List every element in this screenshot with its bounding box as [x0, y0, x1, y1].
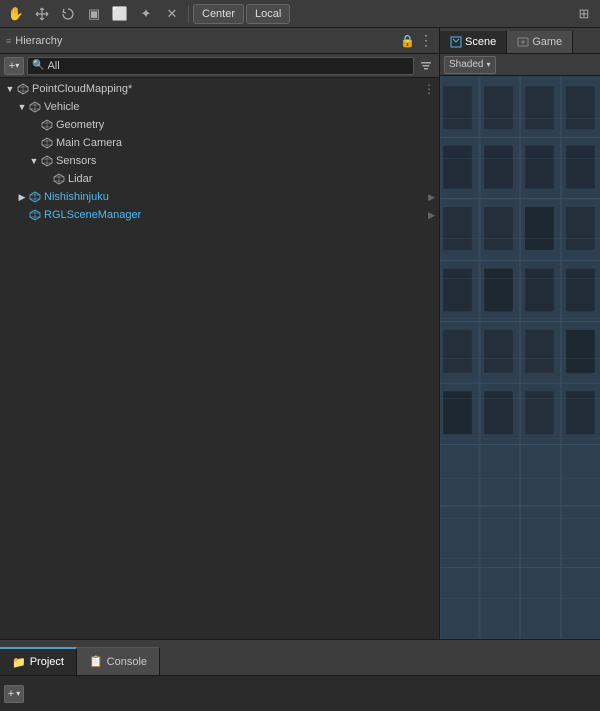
- scene-building-svg: [440, 76, 600, 639]
- search-bar: + ▾ 🔍: [0, 54, 439, 78]
- tab-game[interactable]: Game: [507, 31, 573, 53]
- cube-icon-rglscenemanager: [28, 208, 42, 222]
- search-input-wrap: 🔍: [27, 57, 414, 75]
- arrow-maincamera: ▶: [28, 137, 40, 149]
- right-arrow-rglscenemanager: ▶: [428, 210, 435, 221]
- cube-icon-geometry: [40, 118, 54, 132]
- tree-item-maincamera[interactable]: ▶ Main Camera: [0, 134, 439, 152]
- grid-icon[interactable]: ⊞: [572, 2, 596, 26]
- label-nishishinjuku: Nishishinjuku: [44, 191, 109, 203]
- scale-tool-icon[interactable]: ▣: [82, 2, 106, 26]
- label-sensors: Sensors: [56, 155, 96, 167]
- center-label: Center: [202, 8, 235, 20]
- arrow-sensors[interactable]: ▼: [28, 155, 40, 167]
- project-tab-label: Project: [30, 656, 64, 668]
- arrow-vehicle[interactable]: ▼: [16, 101, 28, 113]
- hierarchy-title: Hierarchy: [15, 35, 62, 47]
- tree-item-geometry[interactable]: ▶ Geometry: [0, 116, 439, 134]
- label-maincamera: Main Camera: [56, 137, 122, 149]
- shaded-dropdown[interactable]: Shaded ▾: [444, 56, 496, 74]
- rotate-tool-icon[interactable]: [56, 2, 80, 26]
- tree-item-vehicle[interactable]: ▼ Vehicle: [0, 98, 439, 116]
- cube-icon-vehicle: [28, 100, 42, 114]
- bottom-add-button[interactable]: + ▾: [4, 685, 24, 703]
- tree-item-pointcloud[interactable]: ▼ PointCloudMapping* ⋮: [0, 80, 439, 98]
- main-layout: ≡ Hierarchy 🔒 ⋮ + ▾ 🔍: [0, 28, 600, 639]
- cube-icon-maincamera: [40, 136, 54, 150]
- bottom-add-icon: +: [8, 688, 14, 700]
- bottom-add-arrow-icon: ▾: [16, 689, 20, 698]
- tree-item-nishishinjuku[interactable]: ▶ Nishishinjuku ▶: [0, 188, 439, 206]
- arrow-nishishinjuku[interactable]: ▶: [16, 191, 28, 203]
- separator-1: [188, 5, 189, 23]
- custom-tool-icon[interactable]: ✕: [160, 2, 184, 26]
- cube-icon-nishishinjuku: [28, 190, 42, 204]
- tab-console[interactable]: 📋 Console: [77, 647, 160, 675]
- scene-tab-label: Scene: [465, 36, 496, 48]
- rect-tool-icon[interactable]: ⬜: [108, 2, 132, 26]
- tree-item-rglscenemanager[interactable]: RGLSceneManager ▶: [0, 206, 439, 224]
- arrow-pointcloud[interactable]: ▼: [4, 83, 16, 95]
- cube-icon-lidar: [52, 172, 66, 186]
- center-button[interactable]: Center: [193, 4, 244, 24]
- add-arrow-icon: ▾: [15, 61, 19, 70]
- bottom-toolbar: + ▾: [0, 675, 600, 711]
- dropdown-arrow-icon: ▾: [486, 60, 490, 69]
- context-menu-pointcloud[interactable]: ⋮: [423, 82, 435, 96]
- scene-sub-toolbar: Shaded ▾: [440, 54, 600, 76]
- right-arrow-nishishinjuku: ▶: [428, 192, 435, 203]
- bottom-tab-bar: 📁 Project 📋 Console: [0, 639, 600, 675]
- main-toolbar: ✋ ▣ ⬜ ✦ ✕ Center Local ⊞: [0, 0, 600, 28]
- arrow-rglscenemanager: [16, 209, 28, 221]
- tree-item-lidar[interactable]: ▶ Lidar: [0, 170, 439, 188]
- label-lidar: Lidar: [68, 173, 92, 185]
- scene-view: [440, 76, 600, 639]
- search-input[interactable]: [47, 60, 409, 72]
- scene-panel: Scene Game Shaded ▾: [440, 28, 600, 639]
- local-label: Local: [255, 8, 281, 20]
- console-icon: 📋: [89, 655, 103, 668]
- transform-tool-icon[interactable]: ✦: [134, 2, 158, 26]
- move-tool-icon[interactable]: [30, 2, 54, 26]
- tree-item-sensors[interactable]: ▼ Sensors: [0, 152, 439, 170]
- tab-project[interactable]: 📁 Project: [0, 647, 77, 675]
- cube-icon-sensors: [40, 154, 54, 168]
- tab-scene[interactable]: Scene: [440, 31, 507, 53]
- game-tab-label: Game: [532, 36, 562, 48]
- panel-header-icons: 🔒 ⋮: [400, 32, 433, 49]
- arrow-lidar: ▶: [40, 173, 52, 185]
- toolbar-right: ⊞: [572, 2, 596, 26]
- folder-icon: 📁: [12, 656, 26, 669]
- add-button[interactable]: + ▾: [4, 57, 24, 75]
- cube-icon-pointcloud: [16, 82, 30, 96]
- hierarchy-panel: ≡ Hierarchy 🔒 ⋮ + ▾ 🔍: [0, 28, 440, 639]
- label-rglscenemanager: RGLSceneManager: [44, 209, 141, 221]
- filter-icon[interactable]: [417, 57, 435, 75]
- local-button[interactable]: Local: [246, 4, 290, 24]
- hand-tool-icon[interactable]: ✋: [4, 2, 28, 26]
- scene-tabs: Scene Game: [440, 28, 600, 54]
- label-pointcloud: PointCloudMapping*: [32, 83, 132, 95]
- hamburger-icon[interactable]: ≡: [6, 36, 11, 46]
- panel-menu-icon[interactable]: ⋮: [419, 32, 433, 49]
- hierarchy-header: ≡ Hierarchy 🔒 ⋮: [0, 28, 439, 54]
- lock-icon[interactable]: 🔒: [400, 34, 415, 48]
- label-geometry: Geometry: [56, 119, 104, 131]
- label-vehicle: Vehicle: [44, 101, 79, 113]
- scene-background: [440, 76, 600, 639]
- shaded-label: Shaded: [449, 59, 483, 70]
- arrow-geometry: ▶: [28, 119, 40, 131]
- search-icon: 🔍: [32, 60, 44, 71]
- hierarchy-tree: ▼ PointCloudMapping* ⋮ ▼: [0, 78, 439, 639]
- console-tab-label: Console: [107, 656, 147, 668]
